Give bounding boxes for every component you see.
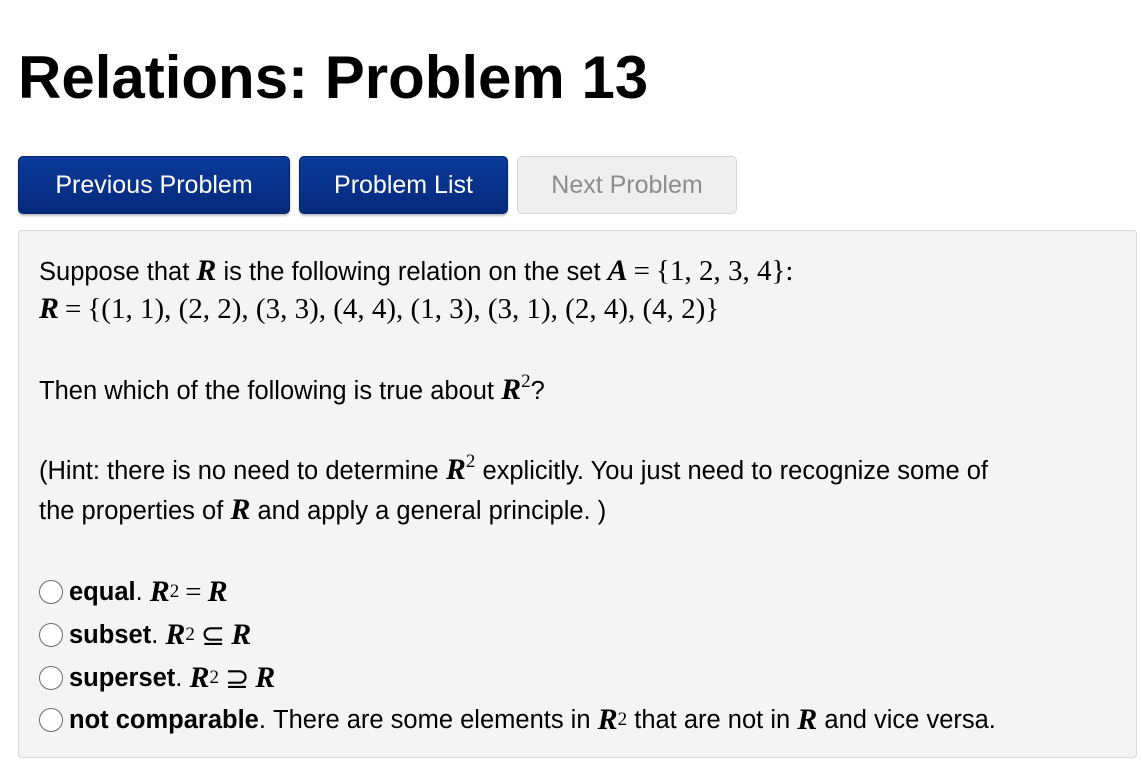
power-base: R <box>501 373 522 406</box>
equals-sign: = <box>633 255 651 287</box>
relation-definition-line: R = {(1, 1), (2, 2), (3, 3), (4, 4), (1, 3… <box>39 289 719 330</box>
intro-mid-text: is the following relation on the set <box>223 258 601 286</box>
choice-equal[interactable]: equal. R2 = R <box>39 572 228 612</box>
choice-label: subset <box>69 620 152 649</box>
choice-label: equal <box>69 577 136 606</box>
choice-tail-start: There are some elements in <box>273 705 591 734</box>
radio-button-equal[interactable] <box>39 580 63 604</box>
hint-text-start: (Hint: there is no need to determine <box>39 457 439 485</box>
choice-label: not comparable <box>69 705 259 734</box>
choice-label: superset <box>69 663 176 692</box>
power-base: R <box>189 661 210 694</box>
relation-operator: = <box>185 575 202 608</box>
hint-text-end: and apply a general principle. ) <box>257 497 607 525</box>
problem-list-button[interactable]: Problem List <box>299 156 508 214</box>
relation-symbol: R <box>231 618 252 651</box>
page-title: Relations: Problem 13 <box>18 44 649 111</box>
hint-text-line2-start: the properties of <box>39 497 224 525</box>
question-mark: ? <box>530 377 545 405</box>
problem-body: Suppose that R is the following relation… <box>18 230 1137 758</box>
hint-line-2: the properties of R and apply a general … <box>39 490 606 531</box>
radio-button-superset[interactable] <box>39 666 63 690</box>
relation-operator: ⊆ <box>200 619 226 652</box>
set-symbol: A <box>607 254 628 287</box>
relation-pairs: {(1, 1), (2, 2), (3, 3), (4, 4), (1, 3),… <box>87 293 720 325</box>
question-line: Then which of the following is true abou… <box>39 370 545 411</box>
radio-button-not-comparable[interactable] <box>39 708 63 732</box>
power-base: R <box>165 618 186 651</box>
previous-problem-button[interactable]: Previous Problem <box>18 156 290 214</box>
equals-sign: = <box>65 293 82 325</box>
choice-superset[interactable]: superset. R2 ⊇ R <box>39 658 275 698</box>
question-text: Then which of the following is true abou… <box>39 377 495 405</box>
power-base: R <box>149 575 170 608</box>
power-base: R <box>445 453 466 486</box>
radio-button-subset[interactable] <box>39 623 63 647</box>
intro-text: Suppose that <box>39 258 190 286</box>
choice-tail-end: and vice versa. <box>824 705 996 734</box>
hint-line-1: (Hint: there is no need to determine R2 … <box>39 450 988 491</box>
relation-lhs: R <box>39 292 60 325</box>
next-problem-button: Next Problem <box>517 156 737 214</box>
power-exponent: 2 <box>465 451 476 472</box>
relation-symbol: R <box>207 575 228 608</box>
relation-operator: ⊇ <box>224 662 250 695</box>
power-exponent: 2 <box>521 371 531 392</box>
relation-symbol: R <box>230 493 251 526</box>
relation-symbol: R <box>797 703 818 736</box>
power-base: R <box>597 703 618 736</box>
relation-symbol: R <box>255 661 276 694</box>
problem-statement-line-1: Suppose that R is the following relation… <box>39 251 793 292</box>
choice-subset[interactable]: subset. R2 ⊆ R <box>39 615 251 655</box>
relation-symbol: R <box>196 254 217 287</box>
hint-text-mid: explicitly. You just need to recognize s… <box>482 457 989 485</box>
choice-tail-mid: that are not in <box>634 705 791 734</box>
set-definition: {1, 2, 3, 4}: <box>656 255 794 287</box>
choice-not-comparable[interactable]: not comparable. There are some elements … <box>39 700 996 740</box>
